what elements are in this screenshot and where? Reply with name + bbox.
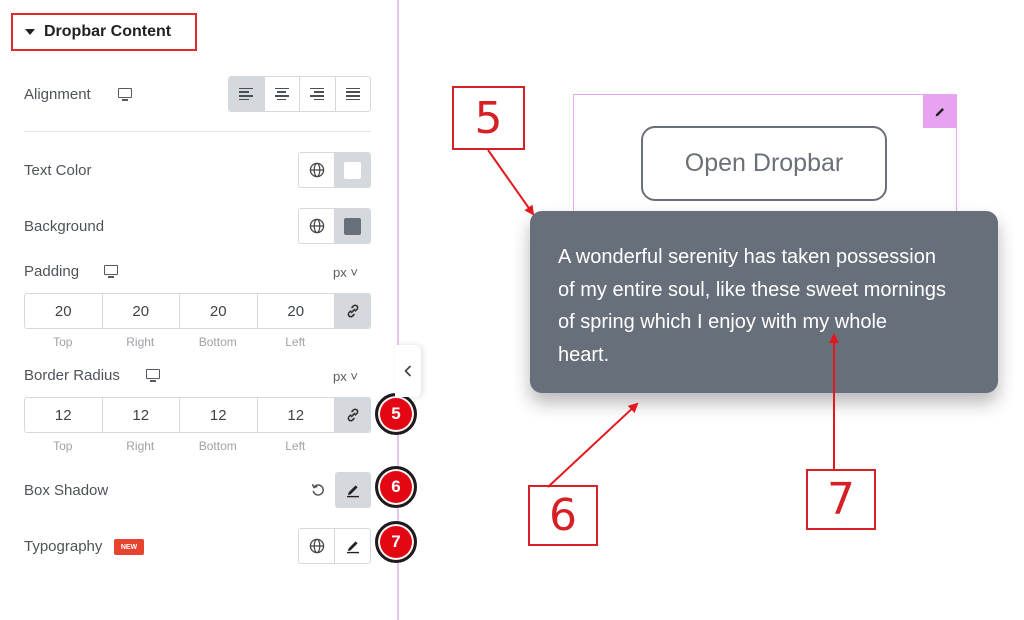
step-badge-6: 6 [375, 466, 417, 508]
callout-7: 7 [806, 469, 876, 530]
padding-inputs: 20 20 20 20 [24, 293, 371, 329]
radius-right-input[interactable]: 12 [103, 398, 180, 432]
reset-icon [311, 484, 324, 496]
text-color-label: Text Color [24, 162, 92, 179]
sub-label-top: Top [53, 439, 73, 453]
text-color-control [298, 152, 371, 188]
padding-sub-labels: Top Right Bottom Left [24, 335, 334, 349]
pencil-icon [347, 485, 359, 498]
responsive-monitor-icon[interactable] [146, 369, 160, 382]
radius-top-input[interactable]: 12 [25, 398, 103, 432]
sub-label-left: Left [285, 439, 306, 453]
sub-label-left: Left [285, 335, 306, 349]
padding-unit-select[interactable]: px ˅ [333, 265, 358, 280]
typography-edit-button[interactable] [335, 529, 370, 563]
border-radius-sub-labels: Top Right Bottom Left [24, 439, 334, 453]
align-right-button[interactable] [300, 77, 336, 111]
text-color-picker[interactable] [335, 153, 370, 187]
padding-right-input[interactable]: 20 [103, 294, 180, 328]
section-header-dropbar-content[interactable]: Dropbar Content [11, 13, 197, 51]
padding-link-button[interactable] [335, 294, 370, 328]
padding-label: Padding [24, 263, 80, 280]
open-dropbar-button[interactable]: Open Dropbar [641, 126, 887, 201]
editor-panel: Dropbar Content Alignment Text Color Bac… [0, 0, 398, 620]
collapse-panel-button[interactable] [395, 345, 421, 397]
background-color-swatch [344, 217, 361, 235]
pencil-icon [346, 541, 359, 554]
sub-label-bottom: Bottom [198, 439, 237, 453]
sub-label-right: Right [126, 439, 155, 453]
globe-icon [309, 162, 324, 178]
pencil-icon [935, 107, 944, 116]
arrow-6 [547, 402, 639, 488]
padding-left-input[interactable]: 20 [258, 294, 335, 328]
background-label: Background [24, 218, 105, 235]
border-radius-unit-select[interactable]: px ˅ [333, 369, 358, 384]
dropbar-text-line: of spring which I enjoy with my whole [558, 311, 888, 333]
dropbar-text-line: heart. [558, 343, 610, 366]
typography-control [298, 528, 371, 564]
arrow-5 [487, 149, 535, 216]
background-color-picker[interactable] [335, 209, 370, 243]
responsive-monitor-icon[interactable] [118, 88, 132, 101]
box-shadow-edit-button[interactable] [335, 472, 371, 508]
typography-label: Typography [24, 538, 103, 555]
align-justify-button[interactable] [336, 77, 371, 111]
step-badge-5: 5 [375, 393, 417, 435]
border-radius-inputs: 12 12 12 12 [24, 397, 371, 433]
alignment-control [228, 76, 371, 112]
responsive-monitor-icon[interactable] [104, 265, 118, 278]
new-badge: NEW [114, 539, 144, 555]
callout-6: 6 [528, 485, 598, 546]
global-colors-button[interactable] [299, 209, 335, 243]
padding-bottom-input[interactable]: 20 [180, 294, 258, 328]
text-color-swatch [344, 161, 361, 179]
link-icon [347, 408, 358, 422]
callout-5: 5 [452, 86, 525, 150]
global-typography-button[interactable] [299, 529, 335, 563]
background-color-control [298, 208, 371, 244]
dropbar-content: A wonderful serenity has taken possessio… [530, 211, 998, 393]
dropbar-text-line: A wonderful serenity has taken possessio… [558, 246, 936, 268]
sub-label-bottom: Bottom [198, 335, 237, 349]
align-center-button[interactable] [265, 77, 300, 111]
dropbar-text-line: of my entire soul, like these sweet morn… [558, 278, 946, 301]
alignment-label: Alignment [24, 86, 91, 103]
globe-icon [309, 218, 324, 234]
box-shadow-label: Box Shadow [24, 482, 109, 499]
caret-down-icon [25, 29, 35, 35]
box-shadow-reset-button[interactable] [300, 472, 336, 508]
padding-top-input[interactable]: 20 [25, 294, 103, 328]
sub-label-top: Top [53, 335, 73, 349]
border-radius-label: Border Radius [24, 367, 120, 384]
link-icon [347, 304, 358, 318]
radius-left-input[interactable]: 12 [258, 398, 335, 432]
radius-link-button[interactable] [335, 398, 370, 432]
sub-label-right: Right [126, 335, 155, 349]
section-title: Dropbar Content [44, 23, 172, 40]
global-colors-button[interactable] [299, 153, 335, 187]
divider [24, 131, 371, 132]
globe-icon [309, 538, 324, 554]
chevron-left-icon [404, 365, 411, 377]
step-badge-7: 7 [375, 521, 417, 563]
align-left-button[interactable] [229, 77, 265, 111]
widget-edit-button[interactable] [923, 95, 956, 128]
radius-bottom-input[interactable]: 12 [180, 398, 258, 432]
